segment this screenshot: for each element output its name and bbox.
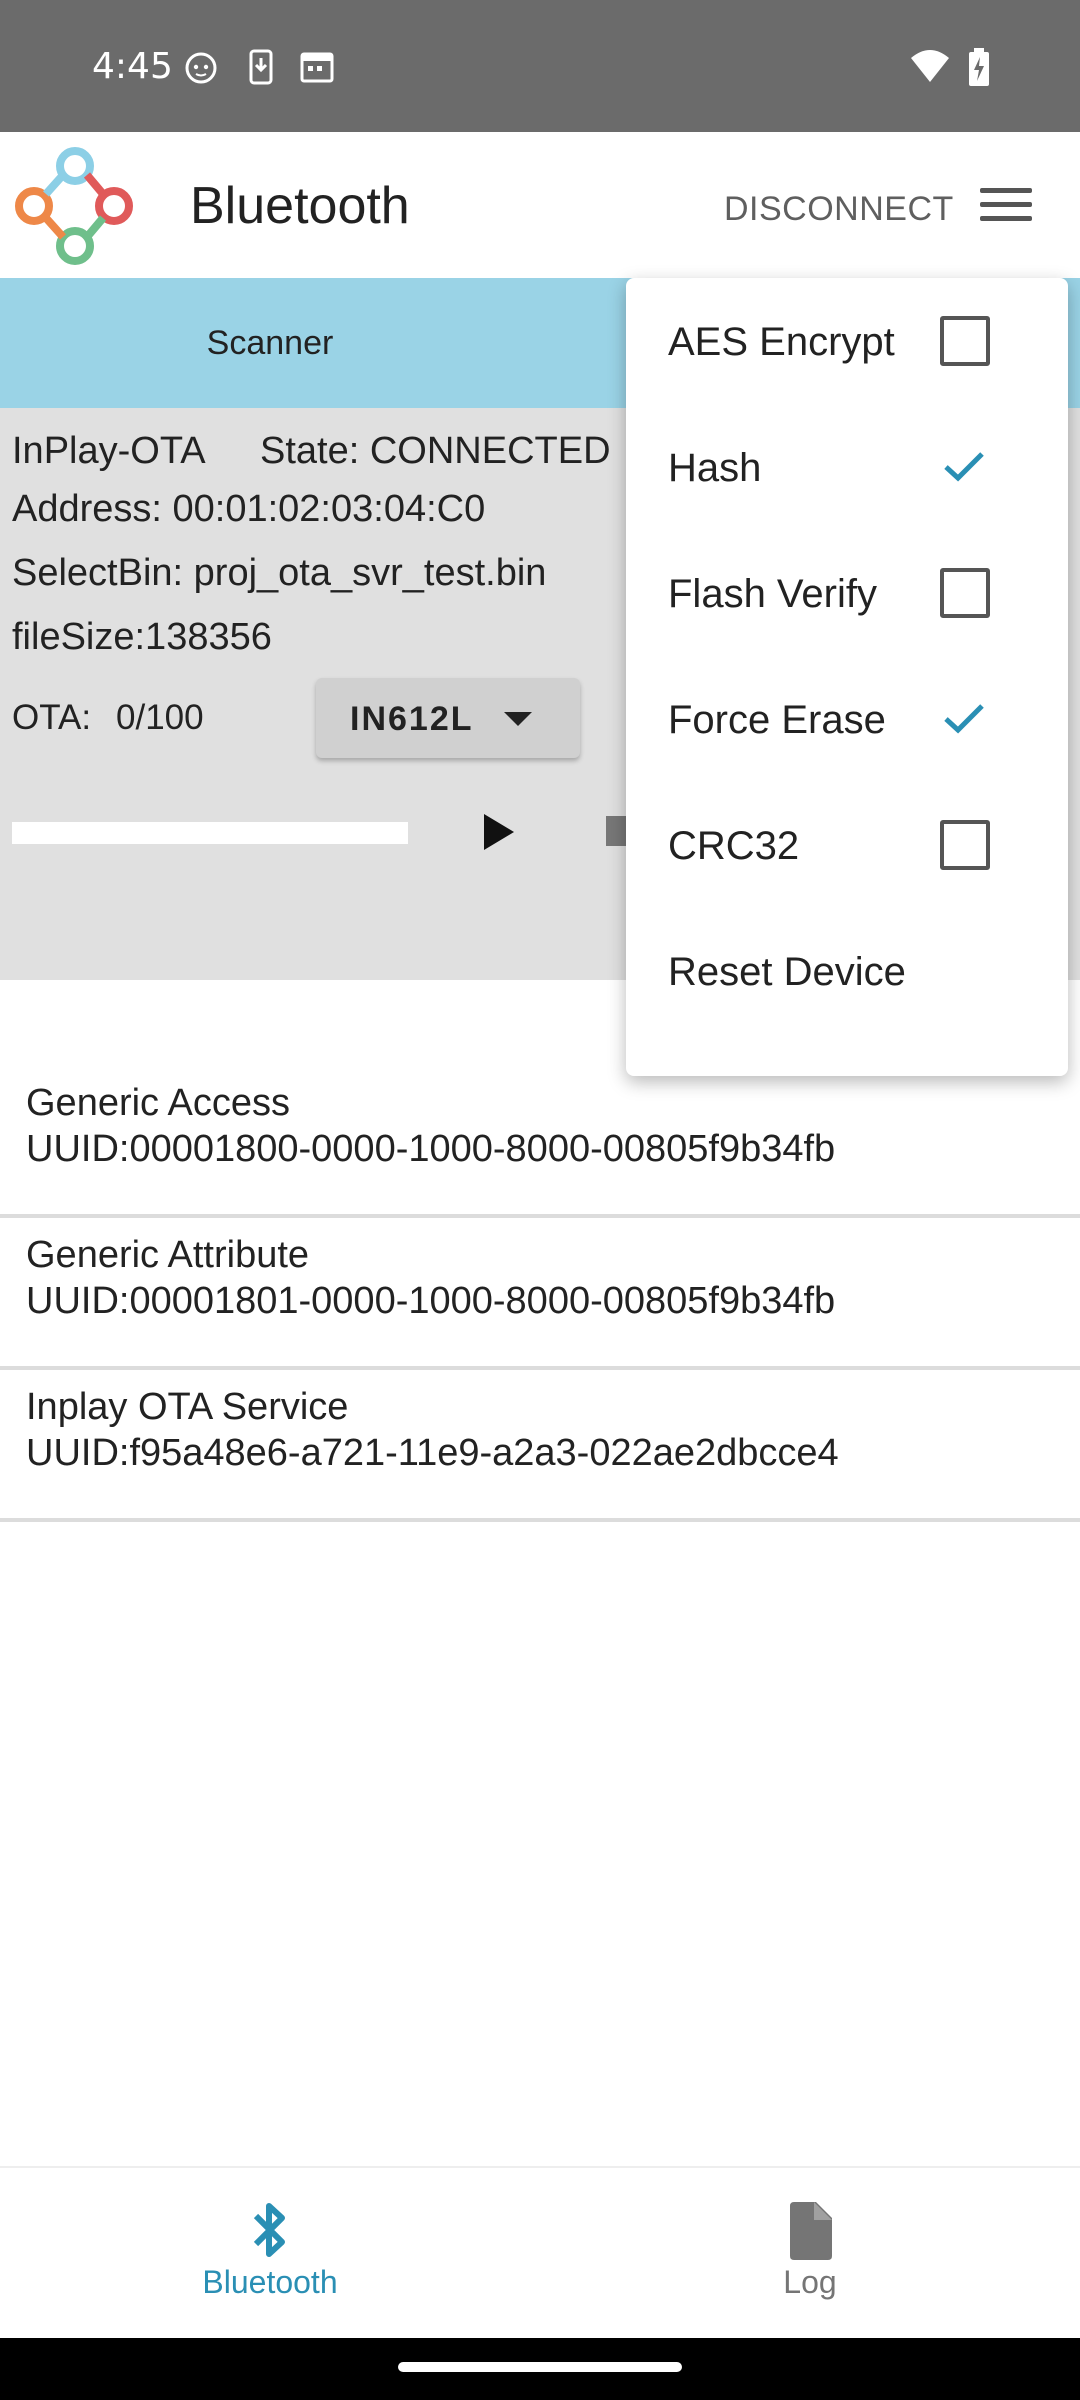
service-name: Inplay OTA Service (26, 1386, 349, 1428)
page-title: Bluetooth (190, 177, 410, 235)
chip-select-dropdown[interactable]: IN612L (316, 678, 580, 758)
options-menu: AES Encrypt Hash Flash Verify Force Eras… (626, 278, 1068, 1076)
inplay-logo-icon (15, 147, 133, 265)
menu-item-force-erase[interactable]: Force Erase (626, 656, 1068, 782)
chip-select-value: IN612L (350, 700, 474, 738)
menu-item-reset-device[interactable]: Reset Device (626, 908, 1068, 1034)
menu-item-hash[interactable]: Hash (626, 404, 1068, 530)
selected-bin[interactable]: SelectBin: proj_ota_svr_test.bin (12, 552, 546, 595)
ota-label: OTA: (12, 698, 92, 737)
menu-item-label: Force Erase (668, 698, 886, 742)
disconnect-button[interactable]: DISCONNECT (724, 190, 954, 229)
battery-charging-icon (969, 48, 989, 86)
service-uuid: UUID:00001800-0000-1000-8000-00805f9b34f… (26, 1128, 836, 1170)
list-item[interactable]: Inplay OTA Service UUID:f95a48e6-a721-11… (0, 1372, 1080, 1522)
wifi-icon (911, 50, 949, 82)
device-state: State: CONNECTED (260, 430, 611, 472)
checkbox-unchecked-icon[interactable] (940, 316, 990, 366)
log-file-icon (790, 2202, 832, 2260)
play-icon[interactable] (484, 814, 514, 850)
list-item[interactable]: Generic Access UUID:00001800-0000-1000-8… (0, 1068, 1080, 1218)
device-name: InPlay-OTA (12, 430, 206, 472)
nav-label-log: Log (783, 2264, 837, 2300)
menu-item-label: CRC32 (668, 824, 800, 868)
hamburger-menu-icon[interactable] (980, 188, 1032, 228)
service-name: Generic Attribute (26, 1234, 310, 1276)
chevron-down-icon (504, 712, 532, 726)
bottom-navigation: Bluetooth Log (0, 2166, 1080, 2338)
device-address: Address: 00:01:02:03:04:C0 (12, 488, 486, 530)
bluetooth-icon (253, 2203, 285, 2257)
menu-item-flash-verify[interactable]: Flash Verify (626, 530, 1068, 656)
status-bar: 4:45 (0, 0, 1080, 132)
calendar-icon (300, 52, 334, 83)
nav-log[interactable]: Log (540, 2168, 1080, 2340)
checkbox-unchecked-icon[interactable] (940, 568, 990, 618)
download-icon (249, 49, 273, 85)
service-uuid: UUID:00001801-0000-1000-8000-00805f9b34f… (26, 1280, 836, 1322)
menu-item-crc32[interactable]: CRC32 (626, 782, 1068, 908)
service-uuid: UUID:f95a48e6-a721-11e9-a2a3-022ae2dbcce… (26, 1432, 839, 1474)
ota-progress-text: 0/100 (116, 698, 204, 737)
nav-bluetooth[interactable]: Bluetooth (0, 2168, 540, 2340)
gesture-bar (0, 2338, 1080, 2400)
app-bar: Bluetooth DISCONNECT (0, 132, 1080, 278)
checkbox-unchecked-icon[interactable] (940, 820, 990, 870)
menu-item-label: Reset Device (668, 950, 906, 994)
status-time: 4:45 (92, 46, 173, 87)
menu-item-aes-encrypt[interactable]: AES Encrypt (626, 278, 1068, 404)
list-item[interactable]: Generic Attribute UUID:00001801-0000-100… (0, 1220, 1080, 1370)
cat-notification-icon (185, 52, 217, 84)
home-indicator[interactable] (398, 2362, 682, 2372)
tab-scanner[interactable]: Scanner (0, 278, 540, 408)
menu-item-label: Flash Verify (668, 572, 877, 616)
service-name: Generic Access (26, 1082, 290, 1124)
checkmark-icon[interactable] (938, 692, 990, 744)
ota-progress-bar (12, 822, 408, 844)
checkmark-icon[interactable] (938, 440, 990, 492)
nav-label-bluetooth: Bluetooth (202, 2264, 338, 2300)
menu-item-label: Hash (668, 446, 762, 490)
file-size: fileSize:138356 (12, 616, 272, 658)
menu-item-label: AES Encrypt (668, 320, 895, 364)
